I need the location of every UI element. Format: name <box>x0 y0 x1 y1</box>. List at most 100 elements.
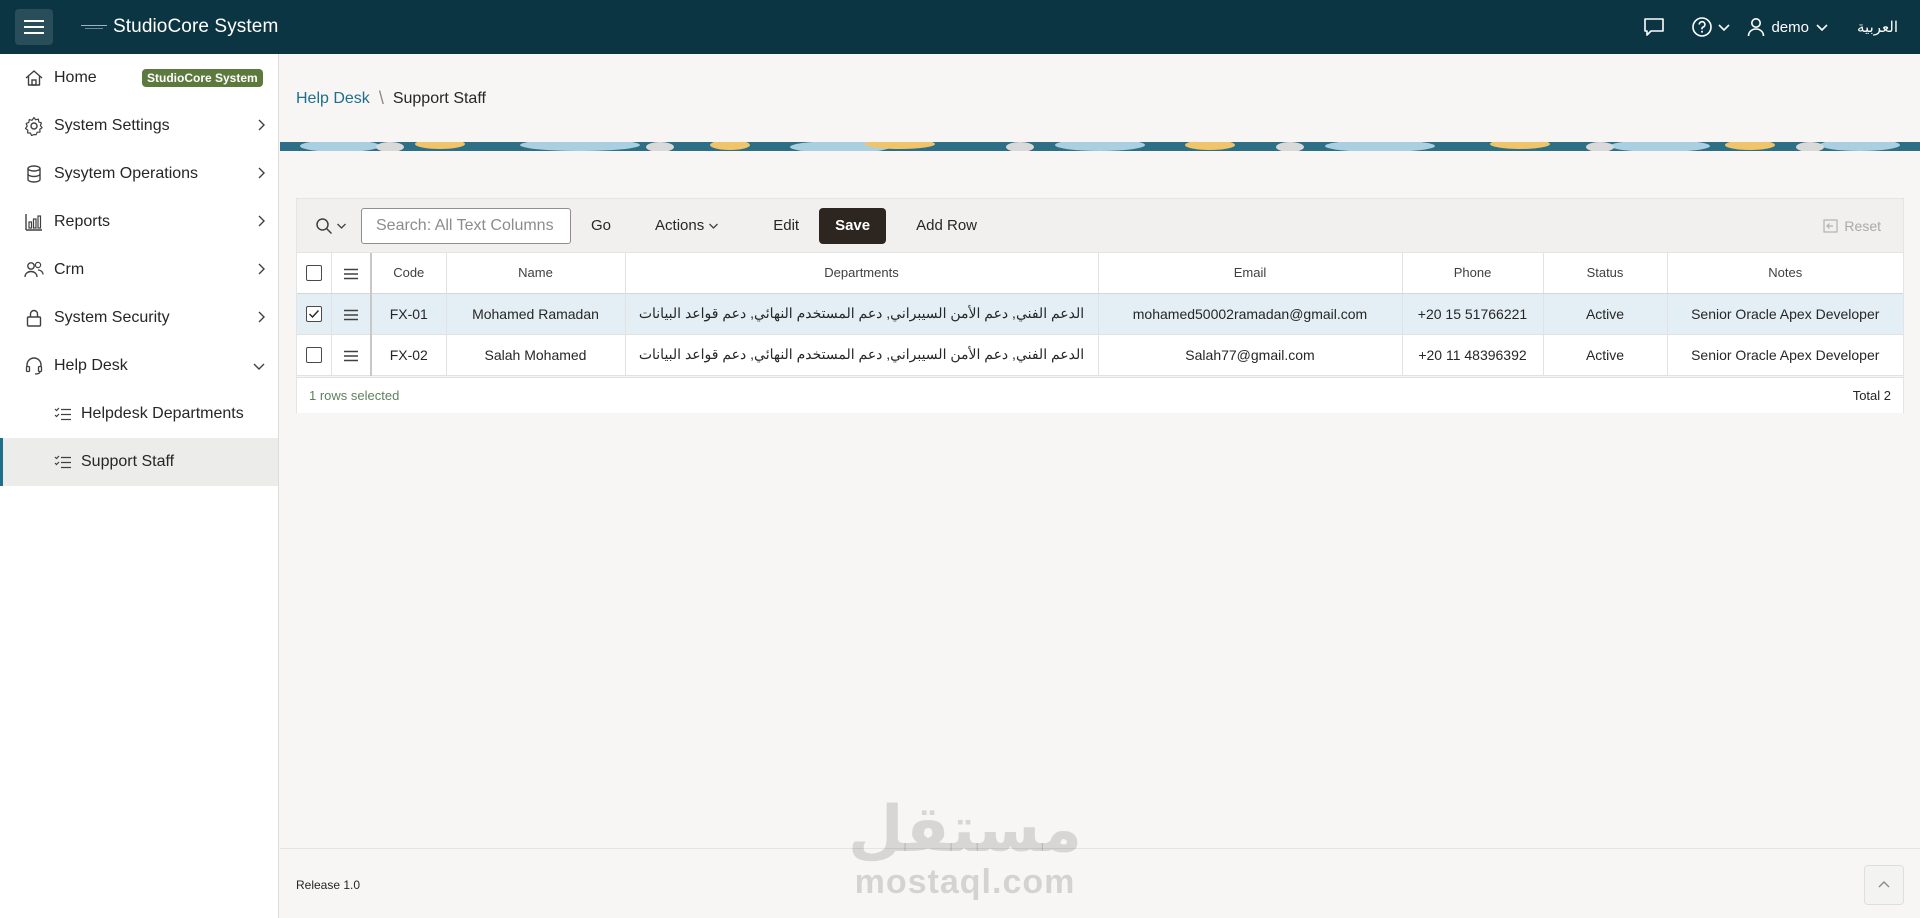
add-row-button-label: Add Row <box>916 217 977 234</box>
app-title[interactable]: StudioCore System <box>113 16 278 38</box>
release-label: Release 1.0 <box>296 878 361 892</box>
cell-email[interactable]: mohamed50002ramadan@gmail.com <box>1098 293 1403 335</box>
cell-phone[interactable]: +20 15 51766221 <box>1402 293 1544 335</box>
save-button[interactable]: Save <box>819 207 887 244</box>
chevron-down-icon <box>337 223 346 229</box>
save-button-label: Save <box>835 217 871 234</box>
scroll-to-top-button[interactable] <box>1864 865 1904 905</box>
lock-icon <box>23 307 45 329</box>
row-actions-header <box>331 253 372 294</box>
sidebar-item-system-operations[interactable]: Sysytem Operations <box>0 150 278 198</box>
cell-code[interactable]: FX-02 <box>371 334 447 376</box>
checklist-icon <box>54 453 72 471</box>
sidebar-item-system-security[interactable]: System Security <box>0 294 278 342</box>
sidebar-item-support-staff[interactable]: Support Staff <box>0 438 278 486</box>
chevron-down-icon <box>253 363 265 370</box>
row-menu-icon <box>343 350 358 361</box>
cell-departments[interactable]: الدعم الفني, دعم الأمن السيبراني, دعم ال… <box>625 293 1099 335</box>
column-header-status[interactable]: Status <box>1543 253 1668 294</box>
table-row[interactable]: FX-02 Salah Mohamed الدعم الفني, دعم الأ… <box>297 334 1903 376</box>
search-column-menu-button[interactable] <box>315 217 347 235</box>
sidebar-item-label: Home <box>54 69 97 86</box>
add-row-button[interactable]: Add Row <box>902 208 991 244</box>
actions-button-label: Actions <box>655 217 705 234</box>
row-select-checkbox[interactable] <box>305 306 322 323</box>
select-all-checkbox[interactable] <box>305 265 322 282</box>
cell-phone[interactable]: +20 11 48396392 <box>1402 334 1544 376</box>
sidebar-item-label: Help Desk <box>54 357 128 374</box>
chevron-right-icon <box>258 311 265 323</box>
breadcrumb-link-help-desk[interactable]: Help Desk <box>296 90 370 108</box>
row-actions-cell <box>331 334 372 376</box>
help-icon <box>1692 17 1713 37</box>
cell-email[interactable]: Salah77@gmail.com <box>1098 334 1403 376</box>
go-button[interactable]: Go <box>577 208 625 244</box>
grid-toolbar: Go Actions Edit Save Add Row Reset <box>297 199 1903 253</box>
sidebar-nav: Home StudioCore System System Settings S… <box>0 54 279 918</box>
chat-bubble-icon <box>1644 18 1665 36</box>
sidebar-item-label: System Security <box>54 309 170 326</box>
users-icon <box>23 259 45 281</box>
sidebar-item-crm[interactable]: Crm <box>0 246 278 294</box>
sidebar-item-system-settings[interactable]: System Settings <box>0 102 278 150</box>
sidebar-item-helpdesk-departments[interactable]: Helpdesk Departments <box>0 390 278 438</box>
cell-code[interactable]: FX-01 <box>371 293 447 335</box>
column-header-phone[interactable]: Phone <box>1402 253 1544 294</box>
feedback-button[interactable] <box>1637 0 1671 54</box>
row-select-cell <box>297 334 332 376</box>
database-icon <box>23 163 45 185</box>
reset-button[interactable]: Reset <box>1809 208 1895 244</box>
decorative-banner <box>280 142 1920 151</box>
column-header-notes[interactable]: Notes <box>1667 253 1903 294</box>
column-header-code[interactable]: Code <box>371 253 447 294</box>
support-staff-grid-region: Go Actions Edit Save Add Row Reset <box>296 198 1904 413</box>
row-actions-menu-button[interactable] <box>343 350 359 362</box>
breadcrumb-separator: \ <box>378 88 384 108</box>
column-header-departments[interactable]: Departments <box>625 253 1099 294</box>
hamburger-icon <box>24 20 44 34</box>
cell-notes[interactable]: Senior Oracle Apex Developer <box>1667 293 1903 335</box>
top-header: StudioCore System demo العربية <box>0 0 1920 54</box>
sidebar-item-help-desk[interactable]: Help Desk <box>0 342 278 390</box>
column-header-name[interactable]: Name <box>446 253 626 294</box>
bar-chart-icon <box>23 211 45 233</box>
table-row[interactable]: FX-01 Mohamed Ramadan الدعم الفني, دعم ا… <box>297 293 1903 335</box>
sidebar-item-label: Support Staff <box>81 453 175 470</box>
chevron-down-icon <box>1816 24 1828 32</box>
actions-menu-button[interactable]: Actions <box>641 208 733 244</box>
sidebar-item-reports[interactable]: Reports <box>0 198 278 246</box>
select-all-header <box>297 253 332 294</box>
grid-footer: 1 rows selected Total 2 <box>297 377 1903 413</box>
row-actions-menu-button[interactable] <box>343 309 359 321</box>
app-logo <box>81 20 107 34</box>
chevron-right-icon <box>258 167 265 179</box>
row-menu-icon <box>343 268 359 280</box>
cell-status[interactable]: Active <box>1543 334 1668 376</box>
language-switch-link[interactable]: العربية <box>1857 18 1898 36</box>
cell-name[interactable]: Salah Mohamed <box>446 334 626 376</box>
cell-status[interactable]: Active <box>1543 293 1668 335</box>
selection-count: 1 rows selected <box>309 388 400 403</box>
cell-notes[interactable]: Senior Oracle Apex Developer <box>1667 334 1903 376</box>
page-footer: Release 1.0 <box>280 848 1920 918</box>
search-icon <box>316 217 333 234</box>
sidebar-item-label: Helpdesk Departments <box>81 405 244 422</box>
breadcrumb: Help Desk \ Support Staff <box>296 88 486 109</box>
menu-toggle-button[interactable] <box>15 9 53 45</box>
chevron-right-icon <box>258 119 265 131</box>
help-menu-button[interactable] <box>1685 0 1737 54</box>
user-menu[interactable]: demo <box>1747 17 1829 37</box>
column-header-email[interactable]: Email <box>1098 253 1403 294</box>
headset-icon <box>23 355 45 377</box>
table-header-row: Code Name Departments Email Phone Status… <box>297 253 1903 294</box>
row-actions-cell <box>331 293 372 335</box>
edit-button[interactable]: Edit <box>759 208 813 244</box>
row-select-checkbox[interactable] <box>305 347 322 364</box>
search-input[interactable] <box>361 207 571 244</box>
sidebar-item-label: Sysytem Operations <box>54 165 199 182</box>
checklist-icon <box>54 405 72 423</box>
cell-departments[interactable]: الدعم الفني, دعم الأمن السيبراني, دعم ال… <box>625 334 1099 376</box>
cell-name[interactable]: Mohamed Ramadan <box>446 293 626 335</box>
go-button-label: Go <box>591 217 612 234</box>
sidebar-item-home[interactable]: Home StudioCore System <box>0 54 278 102</box>
